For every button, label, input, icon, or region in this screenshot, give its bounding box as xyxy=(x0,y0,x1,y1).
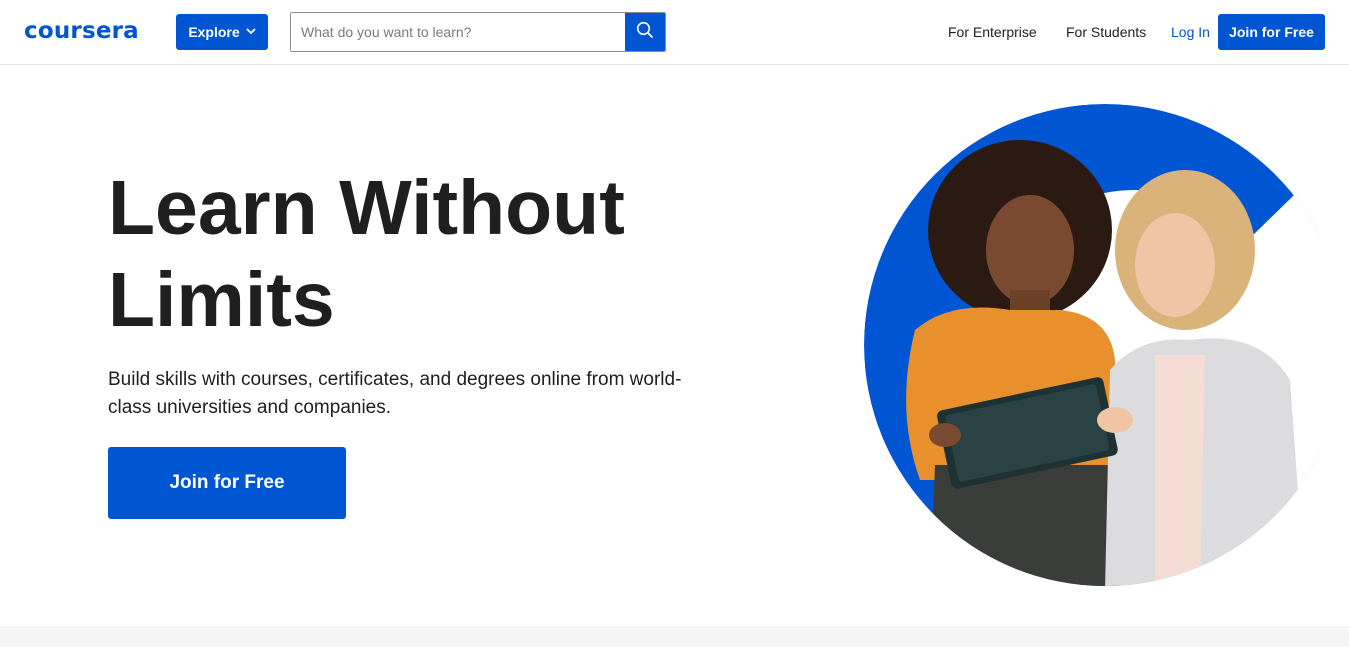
hero-subtitle: Build skills with courses, certificates,… xyxy=(108,369,682,418)
search-bar xyxy=(290,12,666,52)
explore-label: Explore xyxy=(188,24,240,40)
hero-title-line-1: Learn Without xyxy=(108,165,625,251)
login-link[interactable]: Log In xyxy=(1171,22,1210,42)
search-button[interactable] xyxy=(625,13,665,51)
hero-title-line-2: Limits xyxy=(108,257,335,343)
join-for-free-hero-button[interactable]: Join for Free xyxy=(108,447,346,519)
search-icon xyxy=(636,21,654,44)
for-students-link[interactable]: For Students xyxy=(1066,22,1146,42)
top-navbar: coursera Explore For Enterprise For Stud… xyxy=(0,0,1349,65)
explore-button[interactable]: Explore xyxy=(176,14,268,50)
hero-title: Learn Without Limits xyxy=(108,162,708,346)
section-divider-band xyxy=(0,626,1349,647)
coursera-logo[interactable]: coursera xyxy=(24,16,139,46)
chevron-down-icon xyxy=(246,27,256,38)
hero-image xyxy=(860,100,1346,590)
search-input[interactable] xyxy=(291,13,625,51)
for-enterprise-link[interactable]: For Enterprise xyxy=(948,22,1037,42)
join-for-free-header-button[interactable]: Join for Free xyxy=(1218,14,1325,50)
